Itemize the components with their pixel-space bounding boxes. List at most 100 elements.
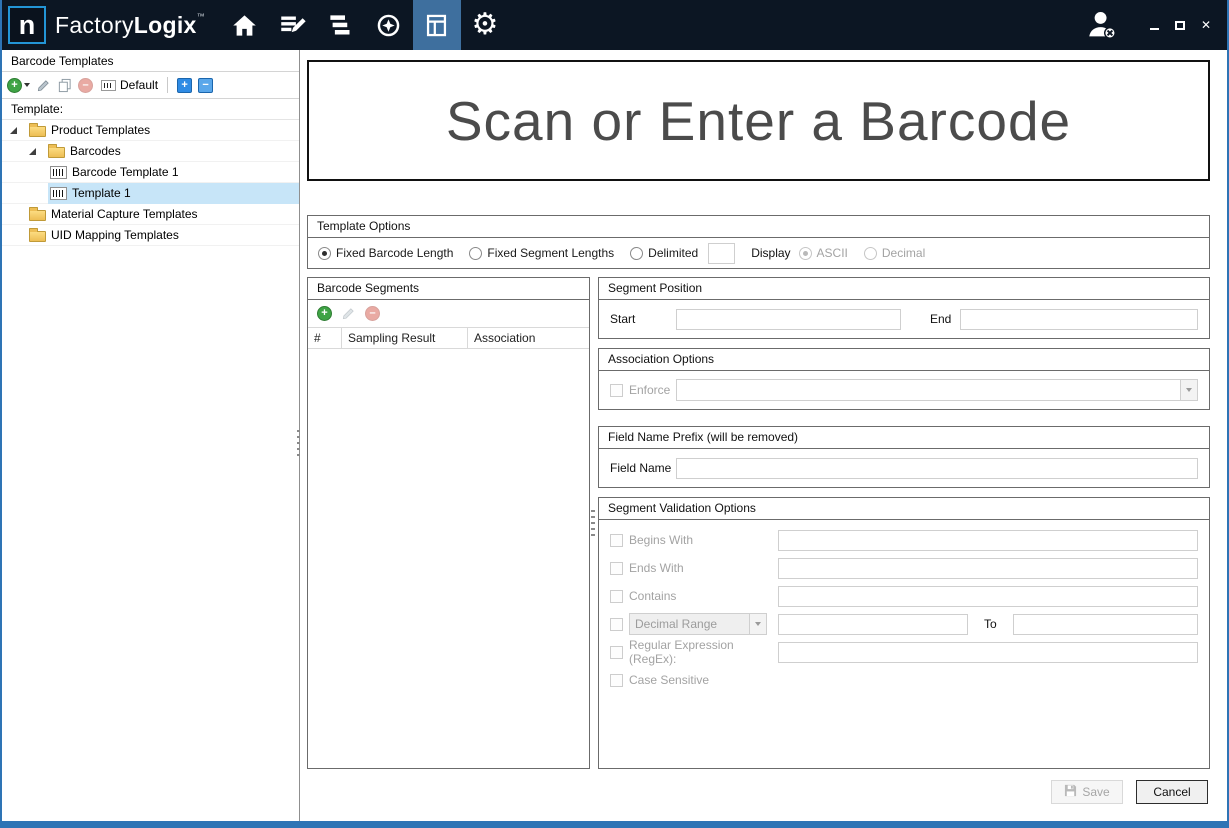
begins-with-input[interactable]	[778, 530, 1198, 551]
add-template-button[interactable]: +	[7, 78, 30, 93]
radio-display-ascii[interactable]: ASCII	[799, 246, 848, 260]
tree-item-label: UID Mapping Templates	[51, 228, 179, 242]
tree-item-material-capture-templates[interactable]: Material Capture Templates	[2, 204, 299, 225]
tree-item-barcodes[interactable]: Barcodes	[2, 141, 299, 162]
delete-segment-button[interactable]: –	[365, 306, 380, 321]
segments-table-body[interactable]	[308, 350, 589, 768]
radio-display-decimal[interactable]: Decimal	[864, 246, 925, 260]
main-nav: ⚙	[221, 0, 509, 50]
tree-item-template-1[interactable]: Template 1	[2, 183, 299, 204]
contains-input[interactable]	[778, 586, 1198, 607]
field-name-input[interactable]	[676, 458, 1198, 479]
tree-item-label: Barcodes	[70, 144, 121, 158]
sidebar-title: Barcode Templates	[11, 54, 114, 68]
add-icon: +	[7, 78, 22, 93]
ends-with-checkbox[interactable]: Ends With	[610, 561, 778, 575]
validation-row-contains: Contains	[610, 582, 1198, 610]
template-tree: Product Templates Barcodes Barcode Templ…	[2, 120, 299, 246]
tree-item-uid-mapping-templates[interactable]: UID Mapping Templates	[2, 225, 299, 246]
templates-icon[interactable]	[413, 0, 461, 50]
app-window: n FactoryLogix™ ⚙	[0, 0, 1229, 828]
edit-segment-button[interactable]	[341, 306, 356, 321]
enforce-checkbox[interactable]: Enforce	[610, 383, 676, 397]
folder-icon	[29, 210, 46, 221]
user-logout-icon[interactable]	[1085, 8, 1119, 42]
column-header-sampling-result[interactable]: Sampling Result	[342, 328, 468, 348]
barcode-scan-prompt: Scan or Enter a Barcode	[446, 89, 1071, 153]
range-type-dropdown[interactable]: Decimal Range	[629, 613, 767, 635]
edit-template-button[interactable]	[36, 78, 51, 93]
column-header-association[interactable]: Association	[468, 328, 589, 348]
range-checkbox[interactable]	[610, 618, 623, 631]
column-header-number[interactable]: #	[308, 328, 342, 348]
begins-with-checkbox[interactable]: Begins With	[610, 533, 778, 547]
save-button[interactable]: Save	[1051, 780, 1123, 804]
folder-icon	[29, 231, 46, 242]
barcode-icon	[50, 166, 67, 179]
minimize-button[interactable]	[1147, 18, 1161, 32]
delimiter-input[interactable]	[708, 243, 735, 264]
copy-template-button[interactable]	[57, 78, 72, 93]
pencil-icon	[341, 306, 356, 321]
template-section-label: Template:	[2, 99, 299, 120]
tree-item-product-templates[interactable]: Product Templates	[2, 120, 299, 141]
document-edit-icon[interactable]	[269, 0, 317, 50]
cancel-button[interactable]: Cancel	[1136, 780, 1208, 804]
app-title: FactoryLogix™	[55, 12, 205, 39]
dropdown-caret-icon	[24, 83, 30, 87]
start-input[interactable]	[676, 309, 901, 330]
app-logo: n	[8, 6, 46, 44]
display-label: Display	[751, 246, 790, 260]
contains-checkbox[interactable]: Contains	[610, 589, 778, 603]
folder-icon	[48, 147, 65, 158]
regex-checkbox[interactable]: Regular Expression (RegEx):	[610, 638, 778, 666]
expand-all-button[interactable]: +	[177, 78, 192, 93]
add-segment-button[interactable]: +	[317, 306, 332, 321]
checkbox-icon	[610, 674, 623, 687]
maximize-button[interactable]	[1173, 18, 1187, 32]
group-segment-position: Segment Position Start End	[598, 277, 1210, 339]
regex-input[interactable]	[778, 642, 1198, 663]
tree-item-barcode-template-1[interactable]: Barcode Template 1	[2, 162, 299, 183]
ends-with-input[interactable]	[778, 558, 1198, 579]
barcode-scan-field[interactable]: Scan or Enter a Barcode	[307, 60, 1210, 181]
expander-icon[interactable]	[10, 127, 17, 134]
checkbox-icon	[610, 646, 623, 659]
radio-fixed-barcode-length[interactable]: Fixed Barcode Length	[318, 246, 453, 260]
minimize-icon	[1150, 28, 1159, 30]
chevron-down-icon	[749, 614, 766, 634]
validation-row-regex: Regular Expression (RegEx):	[610, 638, 1198, 666]
end-input[interactable]	[960, 309, 1198, 330]
validation-row-ends-with: Ends With	[610, 554, 1198, 582]
start-label: Start	[610, 312, 676, 326]
group-title: Association Options	[599, 349, 1209, 371]
range-from-input[interactable]	[778, 614, 968, 635]
delete-template-button[interactable]: –	[78, 78, 93, 93]
tree-item-label: Barcode Template 1	[72, 165, 179, 179]
segments-splitter[interactable]	[591, 510, 595, 536]
maximize-icon	[1175, 21, 1185, 30]
delete-icon: –	[78, 78, 93, 93]
radio-fixed-segment-lengths[interactable]: Fixed Segment Lengths	[469, 246, 614, 260]
expander-icon[interactable]	[29, 148, 36, 155]
default-template-button[interactable]: Default	[101, 78, 158, 92]
batch-stack-icon[interactable]	[317, 0, 365, 50]
home-icon[interactable]	[221, 0, 269, 50]
group-barcode-segments: Barcode Segments + – # Sampling Result A…	[307, 277, 590, 769]
collapse-all-button[interactable]: −	[198, 78, 213, 93]
delete-icon: –	[365, 306, 380, 321]
footer-actions: Save Cancel	[1051, 780, 1208, 804]
close-button[interactable]: ✕	[1199, 18, 1213, 32]
settings-gear-icon[interactable]: ⚙	[461, 0, 509, 50]
radio-delimited[interactable]: Delimited	[630, 246, 698, 260]
range-to-input[interactable]	[1013, 614, 1198, 635]
validation-row-range: Decimal Range To	[610, 610, 1198, 638]
checkbox-icon	[610, 562, 623, 575]
association-dropdown[interactable]	[676, 379, 1198, 401]
main-panel: Scan or Enter a Barcode Template Options…	[300, 50, 1227, 821]
group-title: Template Options	[308, 216, 1209, 238]
default-label: Default	[120, 78, 158, 92]
titlebar-right: ✕	[1085, 0, 1227, 50]
case-sensitive-checkbox[interactable]: Case Sensitive	[610, 673, 778, 687]
dispatch-compass-icon[interactable]	[365, 0, 413, 50]
